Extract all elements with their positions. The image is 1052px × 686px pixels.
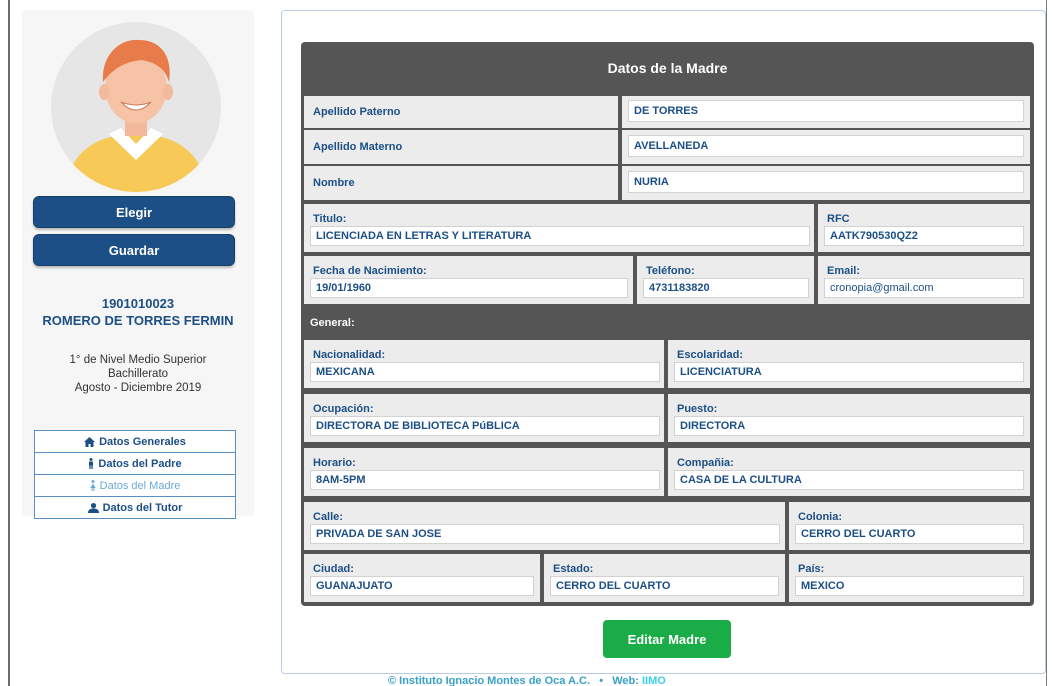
calle-field[interactable]: PRIVADA DE SAN JOSE bbox=[310, 524, 780, 544]
email-field[interactable]: cronopia@gmail.com bbox=[824, 278, 1024, 298]
ciudad-label: Ciudad: bbox=[313, 563, 354, 575]
estado-cell: Estado: CERRO DEL CUARTO bbox=[544, 554, 785, 602]
ocupacion-cell: Ocupación: DIRECTORA DE BIBLIOTECA PúBLI… bbox=[304, 394, 664, 442]
compania-label: Compañia: bbox=[677, 457, 734, 469]
guardar-button[interactable]: Guardar bbox=[33, 234, 235, 266]
footer-web-label: Web: bbox=[612, 675, 639, 686]
nombre-field[interactable]: NURIA bbox=[628, 171, 1024, 193]
telefono-field[interactable]: 4731183820 bbox=[643, 278, 809, 298]
elegir-button[interactable]: Elegir bbox=[33, 196, 235, 228]
footer-copyright: © Instituto Ignacio Montes de Oca A.C. bbox=[388, 675, 591, 686]
horario-field[interactable]: 8AM-5PM bbox=[310, 470, 660, 490]
user-icon bbox=[87, 502, 99, 513]
apellido-paterno-field[interactable]: DE TORRES bbox=[628, 100, 1024, 122]
nav-datos-padre[interactable]: Datos del Padre bbox=[34, 452, 236, 475]
footer-web-link[interactable]: IIMO bbox=[642, 675, 666, 686]
puesto-field[interactable]: DIRECTORA bbox=[674, 416, 1024, 436]
student-sidebar: Elegir Guardar 1901010023 ROMERO DE TORR… bbox=[22, 10, 254, 519]
rfc-label: RFC bbox=[827, 213, 850, 225]
apellido-paterno-value-cell: DE TORRES bbox=[622, 96, 1030, 128]
mother-data-card: Datos de la Madre Apellido Paterno DE TO… bbox=[301, 42, 1034, 606]
apellido-materno-field[interactable]: AVELLANEDA bbox=[628, 135, 1024, 157]
nacionalidad-field[interactable]: MEXICANA bbox=[310, 362, 660, 382]
female-icon bbox=[90, 480, 96, 491]
nav-label: Datos del Madre bbox=[99, 479, 181, 492]
email-cell: Email: cronopia@gmail.com bbox=[818, 256, 1030, 304]
ocupacion-label: Ocupación: bbox=[313, 403, 374, 415]
apellido-paterno-label-cell: Apellido Paterno bbox=[304, 96, 618, 128]
titulo-label: Titulo: bbox=[313, 213, 347, 225]
calle-cell: Calle: PRIVADA DE SAN JOSE bbox=[304, 502, 785, 550]
nav-datos-tutor[interactable]: Datos del Tutor bbox=[34, 496, 236, 519]
puesto-label: Puesto: bbox=[677, 403, 718, 415]
nombre-value-cell: NURIA bbox=[622, 166, 1030, 200]
nav-datos-madre[interactable]: Datos del Madre bbox=[34, 474, 236, 497]
titulo-cell: Titulo: LICENCIADA EN LETRAS Y LITERATUR… bbox=[304, 204, 814, 252]
window-border-right bbox=[1046, 0, 1047, 686]
nav-label: Datos Generales bbox=[99, 435, 186, 448]
rfc-field[interactable]: AATK790530QZ2 bbox=[824, 226, 1024, 246]
apellido-materno-label: Apellido Materno bbox=[313, 141, 403, 153]
horario-cell: Horario: 8AM-5PM bbox=[304, 448, 664, 496]
student-program: Bachillerato bbox=[107, 368, 169, 380]
footer: © Instituto Ignacio Montes de Oca A.C. •… bbox=[388, 675, 748, 686]
ocupacion-field[interactable]: DIRECTORA DE BIBLIOTECA PúBLICA bbox=[310, 416, 660, 436]
pais-cell: País: MEXICO bbox=[789, 554, 1030, 602]
footer-separator: • bbox=[599, 675, 604, 686]
general-section-header: General: bbox=[310, 317, 355, 329]
fecha-nacimiento-label: Fecha de Nacimiento: bbox=[313, 265, 427, 277]
nav-datos-generales[interactable]: Datos Generales bbox=[34, 430, 236, 453]
nav-label: Datos del Tutor bbox=[102, 501, 183, 514]
email-label: Email: bbox=[827, 265, 861, 277]
fecha-nacimiento-field[interactable]: 19/01/1960 bbox=[310, 278, 628, 298]
estado-field[interactable]: CERRO DEL CUARTO bbox=[550, 576, 779, 596]
calle-label: Calle: bbox=[313, 511, 343, 523]
rfc-cell: RFC AATK790530QZ2 bbox=[818, 204, 1030, 252]
nacionalidad-label: Nacionalidad: bbox=[313, 349, 386, 361]
escolaridad-field[interactable]: LICENCIATURA bbox=[674, 362, 1024, 382]
editar-madre-button[interactable]: Editar Madre bbox=[603, 620, 731, 658]
pais-field[interactable]: MEXICO bbox=[795, 576, 1024, 596]
fecha-nacimiento-cell: Fecha de Nacimiento: 19/01/1960 bbox=[304, 256, 633, 304]
ciudad-cell: Ciudad: GUANAJUATO bbox=[304, 554, 540, 602]
estado-label: Estado: bbox=[553, 563, 594, 575]
colonia-field[interactable]: CERRO DEL CUARTO bbox=[795, 524, 1024, 544]
home-icon bbox=[84, 436, 96, 447]
apellido-paterno-label: Apellido Paterno bbox=[313, 106, 401, 118]
nombre-label: Nombre bbox=[313, 177, 355, 189]
card-title: Datos de la Madre bbox=[607, 60, 728, 76]
student-level: 1° de Nivel Medio Superior bbox=[69, 354, 207, 366]
colonia-label: Colonia: bbox=[798, 511, 842, 523]
sidebar-nav: Datos Generales Datos del Padre Datos de… bbox=[34, 430, 236, 519]
student-avatar bbox=[51, 22, 221, 192]
nombre-label-cell: Nombre bbox=[304, 166, 618, 200]
apellido-materno-label-cell: Apellido Materno bbox=[304, 130, 618, 164]
compania-cell: Compañia: CASA DE LA CULTURA bbox=[668, 448, 1030, 496]
escolaridad-label: Escolaridad: bbox=[677, 349, 744, 361]
puesto-cell: Puesto: DIRECTORA bbox=[668, 394, 1030, 442]
horario-label: Horario: bbox=[313, 457, 356, 469]
escolaridad-cell: Escolaridad: LICENCIATURA bbox=[668, 340, 1030, 388]
window-border-left bbox=[8, 0, 10, 686]
student-period: Agosto - Diciembre 2019 bbox=[74, 382, 202, 394]
nav-label: Datos del Padre bbox=[98, 457, 182, 470]
colonia-cell: Colonia: CERRO DEL CUARTO bbox=[789, 502, 1030, 550]
compania-field[interactable]: CASA DE LA CULTURA bbox=[674, 470, 1024, 490]
apellido-materno-value-cell: AVELLANEDA bbox=[622, 130, 1030, 164]
titulo-field[interactable]: LICENCIADA EN LETRAS Y LITERATURA bbox=[310, 226, 810, 246]
student-name: ROMERO DE TORRES FERMIN bbox=[42, 313, 234, 328]
student-id: 1901010023 bbox=[101, 296, 175, 311]
ciudad-field[interactable]: GUANAJUATO bbox=[310, 576, 534, 596]
telefono-label: Teléfono: bbox=[646, 265, 695, 277]
pais-label: País: bbox=[798, 563, 825, 575]
male-icon bbox=[89, 458, 94, 469]
telefono-cell: Teléfono: 4731183820 bbox=[637, 256, 814, 304]
nacionalidad-cell: Nacionalidad: MEXICANA bbox=[304, 340, 664, 388]
